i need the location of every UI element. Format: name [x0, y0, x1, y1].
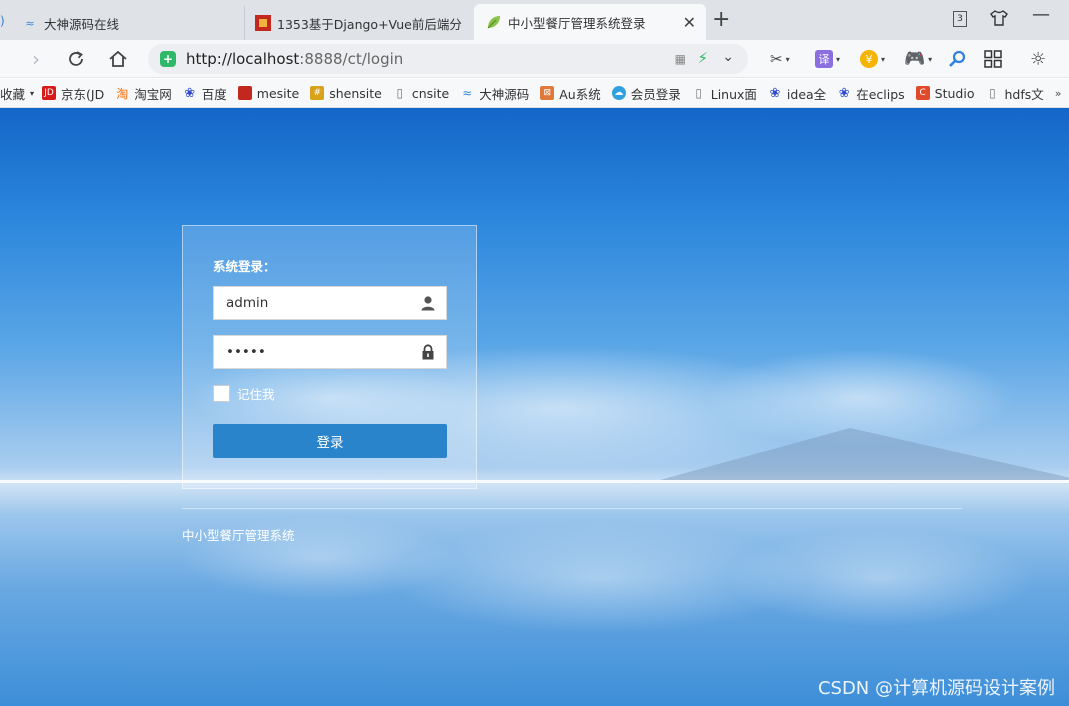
horizon-line — [0, 480, 1069, 483]
bookmark-taobao[interactable]: 淘淘宝网 — [115, 84, 172, 103]
tab-title: 1353基于Django+Vue前后端分 — [277, 16, 462, 32]
brightness-icon[interactable]: ☼ — [1030, 49, 1046, 70]
chevron-down-icon[interactable]: ⌄ — [722, 49, 734, 65]
remember-me[interactable]: 记住我 — [213, 384, 275, 403]
password-field[interactable] — [213, 335, 447, 369]
username-field[interactable] — [213, 286, 447, 320]
url-text[interactable]: http://localhost:8888/ct/login — [186, 50, 403, 68]
bookmark-eclipse[interactable]: ❀ 在eclips — [837, 84, 905, 103]
bookmark-baidu[interactable]: ❀ 百度 — [183, 84, 226, 103]
cloud-icon: ☁ — [611, 86, 626, 100]
navigation-bar: › + http://localhost:8888/ct/login ▦ ⚡ ⌄… — [0, 40, 1069, 78]
jd-icon: JD — [42, 86, 57, 100]
skin-icon[interactable] — [990, 10, 1008, 30]
bookmarks-bar: 收藏 ▾ JD 京东(JD 淘淘宝网 ❀ 百度 mesite # shensite ▯ c… — [0, 79, 1069, 108]
url-path: :8888/ct/login — [299, 50, 404, 68]
watermark: CSDN @计算机源码设计案例 — [817, 678, 1055, 699]
taobao-icon: 淘 — [116, 86, 129, 101]
bookmark-jd[interactable]: JD 京东(JD — [42, 84, 104, 103]
search-icon[interactable] — [948, 49, 966, 69]
mountain-background — [660, 428, 1069, 480]
bookmark-studio[interactable]: C Studio — [915, 86, 974, 101]
translate-icon: 译 — [815, 50, 833, 68]
username-input[interactable] — [214, 287, 414, 319]
chevron-down-icon: ▾ — [30, 88, 35, 98]
bookmark-linux[interactable]: ▯ Linux面 — [692, 84, 757, 103]
baidu-paw-icon: ❀ — [184, 85, 196, 101]
wave-icon: ≈ — [462, 86, 473, 100]
shield-icon: + — [160, 51, 176, 67]
site-favicon-icon — [237, 86, 252, 100]
tab-title: 中小型餐厅管理系统登录 — [508, 15, 646, 31]
coin-icon: ¥ — [860, 50, 878, 68]
login-title: 系统登录： — [213, 259, 276, 274]
leaf-icon — [486, 14, 502, 30]
bookmark-dashen[interactable]: ≈ 大神源码 — [460, 84, 529, 103]
login-button[interactable]: 登录 — [213, 424, 447, 458]
game-controller-icon[interactable]: 🎮 ▾ — [904, 49, 932, 69]
lightning-icon[interactable]: ⚡ — [697, 49, 708, 67]
bookmarks-overflow-icon[interactable]: » — [1055, 87, 1062, 100]
footer-divider — [182, 508, 962, 509]
au-icon: ⊠ — [540, 86, 555, 100]
bookmark-cnsite[interactable]: ▯ cnsite — [393, 86, 450, 101]
system-name: 中小型餐厅管理系统 — [182, 528, 295, 543]
apps-grid-icon[interactable] — [984, 49, 1002, 69]
address-bar[interactable]: + http://localhost:8888/ct/login ▦ ⚡ ⌄ — [148, 44, 748, 74]
wave-icon: ≈ — [25, 16, 35, 30]
bookmark-au[interactable]: ⊠ Au系统 — [540, 84, 601, 103]
bookmark-member-login[interactable]: ☁ 会员登录 — [611, 84, 681, 103]
forward-icon[interactable]: › — [24, 47, 48, 71]
tab-strip: ) ≈ 大神源码在线 1353基于Django+Vue前后端分 中小型餐厅管理系… — [0, 0, 1069, 40]
tab-restaurant-login[interactable]: 中小型餐厅管理系统登录 ✕ — [474, 4, 706, 40]
bookmark-favorites[interactable]: 收藏 ▾ — [0, 84, 34, 103]
site-favicon-icon — [255, 15, 271, 31]
site-favicon-icon: # — [310, 86, 325, 100]
baidu-paw-icon: ❀ — [769, 85, 781, 101]
tab-count-button[interactable]: 3 — [953, 11, 967, 27]
user-icon — [420, 295, 436, 311]
url-host: http://localhost — [186, 50, 300, 68]
bookmark-mesite[interactable]: mesite — [237, 86, 299, 101]
tab-title: 大神源码在线 — [44, 16, 120, 32]
close-tab-icon[interactable]: ✕ — [683, 13, 696, 32]
tab-django-vue[interactable]: 1353基于Django+Vue前后端分 — [244, 6, 472, 40]
home-icon[interactable] — [106, 47, 130, 71]
translate-button[interactable]: 译 ▾ — [815, 49, 840, 69]
lock-icon — [420, 344, 436, 360]
bookmark-idea[interactable]: ❀ idea全 — [768, 84, 826, 103]
document-icon: ▯ — [695, 86, 703, 100]
bookmark-shensite[interactable]: # shensite — [310, 86, 382, 101]
document-icon: ▯ — [396, 86, 404, 100]
minimize-icon[interactable]: — — [1032, 4, 1050, 25]
coupon-button[interactable]: ¥ ▾ — [860, 49, 885, 69]
login-page: 系统登录： 记住我 登录 中小型餐厅管理系统 CSDN @计算机源码设计案例 — [0, 108, 1069, 706]
c-letter-icon: C — [915, 86, 930, 100]
bookmark-hdfs[interactable]: ▯ hdfs文 — [985, 84, 1044, 103]
qr-code-icon[interactable]: ▦ — [675, 52, 686, 66]
reload-icon[interactable] — [64, 47, 88, 71]
screenshot-scissors-icon[interactable]: ✂ ▾ — [770, 49, 790, 69]
document-icon: ▯ — [989, 86, 996, 100]
tab-dashen-source[interactable]: ≈ 大神源码在线 — [0, 6, 240, 40]
remember-me-checkbox[interactable] — [213, 385, 230, 402]
remember-me-label: 记住我 — [237, 387, 275, 402]
login-form: 系统登录： 记住我 登录 — [182, 225, 477, 489]
password-input[interactable] — [214, 336, 414, 368]
baidu-paw-icon: ❀ — [838, 85, 850, 101]
new-tab-button[interactable]: + — [712, 8, 730, 32]
